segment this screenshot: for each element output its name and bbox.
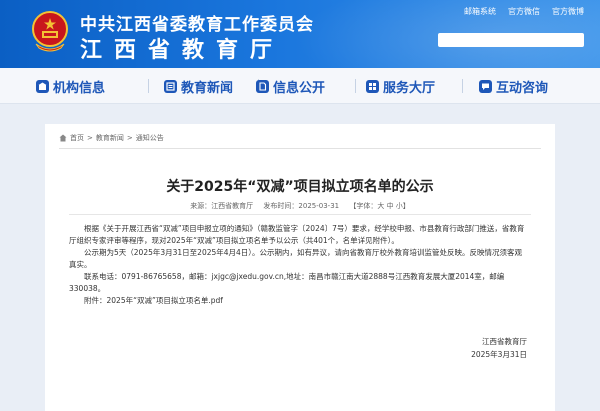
- article-meta: 来源：江西省教育厅 发布时间：2025-03-31 【字体：大 中 小】: [45, 201, 555, 211]
- source-info: 来源：江西省教育厅: [190, 202, 253, 210]
- main-nav: 机构信息 教育新闻 信息公开 服务大厅 互动咨询: [0, 68, 600, 104]
- national-emblem-icon: [32, 11, 68, 52]
- nav-item-institution[interactable]: 机构信息: [36, 77, 106, 96]
- document-icon: [256, 79, 269, 93]
- home-icon: [59, 134, 67, 142]
- chat-icon: [479, 79, 492, 93]
- nav-item-service-hall[interactable]: 服务大厅: [366, 77, 436, 96]
- org-name-secondary: 江西省教育厅: [80, 38, 285, 63]
- official-wechat-link[interactable]: 官方微信: [508, 6, 540, 17]
- attachment-link[interactable]: 附件：2025年“双减”项目拟立项名单.pdf: [69, 295, 529, 307]
- nav-divider: [462, 79, 463, 93]
- source-value: 江西省教育厅: [211, 202, 254, 210]
- signature-org: 江西省教育厅: [482, 337, 527, 346]
- building-icon: [36, 79, 49, 93]
- mail-system-link[interactable]: 邮箱系统: [464, 6, 496, 17]
- site-header: 中共江西省委教育工作委员会 江西省教育厅 邮箱系统 官方微信 官方微博: [0, 0, 600, 68]
- nav-label: 教育新闻: [181, 80, 234, 96]
- nav-item-information-disclosure[interactable]: 信息公开: [256, 77, 326, 96]
- nav-label: 机构信息: [53, 80, 106, 96]
- breadcrumb-separator: >: [87, 134, 93, 142]
- article-body: 根据《关于开展江西省“双减”项目申报立项的通知》（赣教监管字〔2024〕7号）要…: [69, 223, 529, 307]
- search-input[interactable]: [438, 33, 584, 47]
- date-label: 发布时间：: [263, 202, 299, 210]
- breadcrumb-divider: [59, 148, 541, 149]
- official-weibo-link[interactable]: 官方微博: [552, 6, 584, 17]
- nav-item-education-news[interactable]: 教育新闻: [164, 77, 234, 96]
- breadcrumb-education-news[interactable]: 教育新闻: [96, 133, 124, 143]
- breadcrumb: 首页 > 教育新闻 > 通知公告: [59, 133, 164, 143]
- nav-divider: [148, 79, 149, 93]
- nav-item-interactive-consulting[interactable]: 互动咨询: [479, 77, 549, 96]
- paragraph-publicity-period: 公示期为5天（2025年3月31日至2025年4月4日）。公示期内，如有异议，请…: [69, 248, 523, 269]
- publish-date-info: 发布时间：2025-03-31: [263, 202, 339, 210]
- article-title: 关于2025年“双减”项目拟立项名单的公示: [166, 179, 434, 195]
- date-value: 2025-03-31: [298, 202, 340, 210]
- nav-divider: [355, 79, 356, 93]
- top-links: 邮箱系统 官方微信 官方微博: [464, 6, 584, 17]
- article-card: 首页 > 教育新闻 > 通知公告 关于2025年“双减”项目拟立项名单的公示 来…: [45, 124, 555, 411]
- news-icon: [164, 79, 177, 93]
- breadcrumb-separator: >: [126, 134, 133, 142]
- paragraph-contact: 联系电话：0791-86765658，邮箱：jxjgc@jxedu.gov.cn…: [69, 272, 505, 293]
- signature-date: 2025年3月31日: [471, 350, 527, 359]
- meta-divider: [69, 214, 531, 215]
- breadcrumb-home[interactable]: 首页: [70, 133, 84, 143]
- nav-label: 信息公开: [273, 80, 326, 96]
- nav-label: 服务大厅: [383, 80, 436, 96]
- nav-label: 互动咨询: [496, 80, 549, 96]
- breadcrumb-notices[interactable]: 通知公告: [136, 133, 164, 143]
- paragraph-basis: 根据《关于开展江西省“双减”项目申报立项的通知》（赣教监管字〔2024〕7号）要…: [69, 224, 525, 245]
- source-label: 来源：: [190, 202, 212, 210]
- font-size-control[interactable]: 【字体：大 中 小】: [349, 202, 409, 210]
- service-icon: [366, 79, 379, 93]
